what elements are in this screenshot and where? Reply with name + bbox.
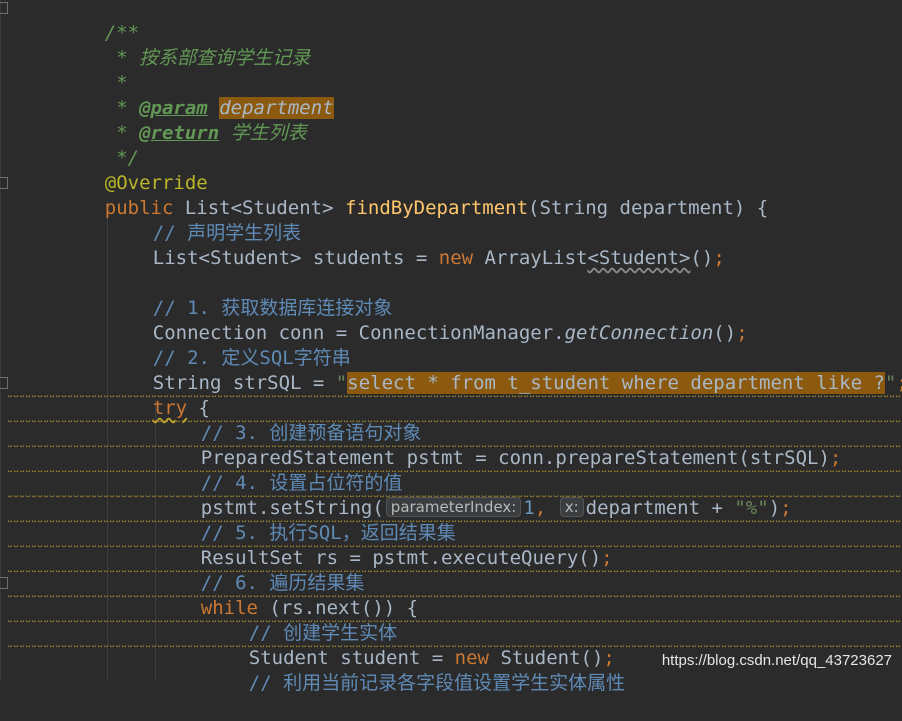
code-line: @Override bbox=[59, 146, 208, 194]
code-line: // 创建学生实体 bbox=[203, 596, 397, 644]
code-line: String strSQL = "select * from t_student… bbox=[152, 372, 902, 394]
code-editor[interactable]: /** * 按系部查询学生记录 * * @param department * … bbox=[0, 0, 902, 694]
code-line: Student student = new Student(); bbox=[248, 647, 615, 669]
code-line: // 5. 执行SQL，返回结果集 bbox=[155, 496, 456, 544]
code-line: ResultSet rs = pstmt.executeQuery(); bbox=[200, 547, 613, 569]
code-line: List<Student> students = new ArrayList<S… bbox=[152, 247, 725, 269]
code-line: * bbox=[59, 46, 127, 94]
code-line: // 4. 设置占位符的值 bbox=[155, 446, 403, 494]
warning-underline bbox=[8, 570, 902, 574]
code-line: // 声明学生列表 bbox=[107, 196, 301, 244]
code-line: /** bbox=[59, 0, 139, 44]
code-line: * @return 学生列表 bbox=[104, 122, 307, 144]
code-line: * @param department bbox=[104, 97, 334, 119]
warning-underline bbox=[8, 395, 902, 399]
warning-underline bbox=[8, 445, 902, 449]
parameter-hint: x: bbox=[559, 497, 584, 517]
code-line: // 1. 获取数据库连接对象 bbox=[107, 271, 393, 319]
sql-string-highlight: select * from t_student where department… bbox=[347, 372, 885, 394]
code-line: try { bbox=[152, 397, 210, 419]
line-comment: // 利用当前记录各字段值设置学生实体属性 bbox=[248, 672, 626, 694]
code-line: // 利用当前记录各字段值设置学生实体属性 bbox=[203, 646, 625, 694]
code-line: pstmt.setString(parameterIndex: 1, x: depa… bbox=[200, 497, 792, 519]
warning-underline bbox=[8, 545, 902, 549]
code-line: */ bbox=[104, 147, 140, 169]
code-line: public List<Student> findByDepartment(St… bbox=[104, 197, 769, 219]
warning-underline bbox=[8, 595, 902, 599]
code-line: PreparedStatement pstmt = conn.prepareSt… bbox=[200, 447, 842, 469]
code-line: * 按系部查询学生记录 bbox=[59, 21, 310, 69]
code-line: // 2. 定义SQL字符串 bbox=[107, 321, 351, 369]
code-line: // 3. 创建预备语句对象 bbox=[155, 396, 422, 444]
method-name: findByDepartment bbox=[345, 197, 529, 219]
code-line: Connection conn = ConnectionManager.getC… bbox=[152, 322, 748, 344]
doc-comment: * 按系部查询学生记录 bbox=[104, 47, 311, 69]
doc-tag-return: @return bbox=[139, 122, 220, 144]
code-line: // 6. 遍历结果集 bbox=[155, 546, 365, 594]
code-line: while (rs.next()) { bbox=[200, 597, 419, 619]
watermark-url: https://blog.csdn.net/qq_43723627 bbox=[661, 652, 892, 669]
